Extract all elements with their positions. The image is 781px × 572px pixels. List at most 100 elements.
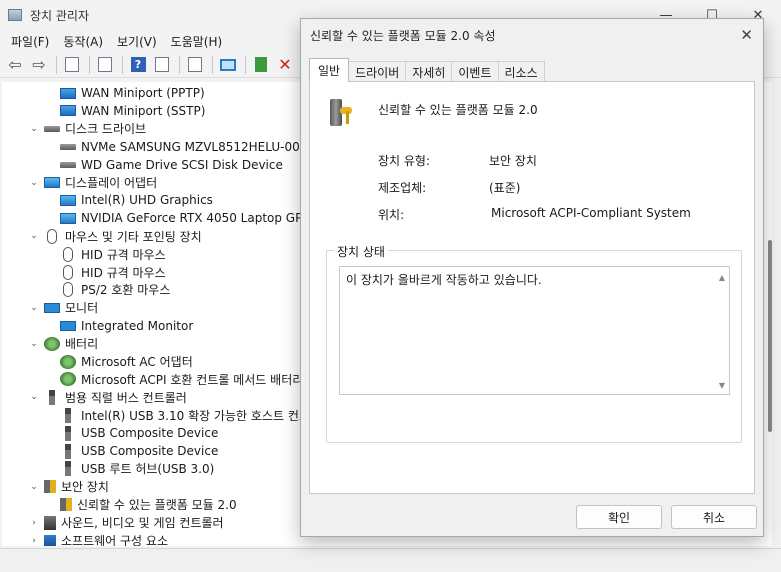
status-bar — [0, 548, 781, 572]
tree-item-label: Intel(R) USB 3.10 확장 가능한 호스트 컨트롤러 — [81, 408, 332, 423]
display-adapter-icon — [60, 194, 76, 206]
tree-item-label: PS/2 호환 마우스 — [81, 283, 171, 298]
dialog-close-icon[interactable]: ✕ — [740, 26, 753, 44]
tree-device[interactable]: WAN Miniport (SSTP) — [60, 102, 205, 120]
tree-device[interactable]: HID 규격 마우스 — [60, 263, 166, 281]
menu-help[interactable]: 도움말(H) — [164, 33, 230, 50]
tree-category[interactable]: › 사운드, 비디오 및 게임 컨트롤러 — [28, 514, 224, 532]
uninstall-device-button[interactable]: ✕ — [274, 55, 296, 75]
expand-chevron-icon[interactable]: › — [28, 518, 40, 528]
device-type-label: 장치 유형: — [378, 154, 431, 168]
tree-device[interactable]: USB 루트 허브(USB 3.0) — [60, 460, 214, 478]
tree-device[interactable]: WD Game Drive SCSI Disk Device — [60, 156, 283, 174]
scan-hardware-button[interactable] — [217, 55, 239, 75]
update-driver-button[interactable] — [184, 55, 206, 75]
console-tree-icon — [65, 57, 79, 72]
dialog-titlebar: 신뢰할 수 있는 플랫폼 모듈 2.0 속성 ✕ — [301, 19, 763, 51]
uninstall-x-icon: ✕ — [278, 55, 292, 74]
usb-icon — [65, 407, 71, 423]
mouse-icon — [63, 264, 73, 280]
tree-category[interactable]: ⌄ 디스크 드라이브 — [28, 120, 146, 138]
collapse-chevron-icon[interactable]: ⌄ — [28, 231, 40, 241]
mouse-icon — [63, 282, 73, 298]
device-manager-app-icon — [8, 9, 22, 21]
forward-arrow-icon: ⇨ — [32, 55, 46, 74]
back-arrow-icon: ⇦ — [8, 55, 22, 74]
tree-device[interactable]: 신뢰할 수 있는 플랫폼 모듈 2.0 — [60, 496, 237, 514]
tab-general[interactable]: 일반 — [309, 58, 350, 82]
tree-device[interactable]: Microsoft AC 어댑터 — [60, 353, 193, 371]
tree-category[interactable]: ⌄ 모니터 — [28, 299, 98, 317]
monitor-icon — [44, 302, 60, 313]
window-title: 장치 관리자 — [30, 8, 90, 23]
action-pane-button[interactable] — [151, 55, 173, 75]
display-adapter-icon — [44, 177, 60, 188]
tree-item-label: 배터리 — [65, 337, 99, 352]
collapse-chevron-icon[interactable]: ⌄ — [28, 124, 40, 134]
enable-device-button[interactable] — [250, 55, 272, 75]
tree-category[interactable]: › 소프트웨어 구성 요소 — [28, 532, 168, 546]
manufacturer-value: (표준) — [489, 181, 521, 195]
collapse-chevron-icon[interactable]: ⌄ — [28, 178, 40, 188]
tree-device[interactable]: NVMe SAMSUNG MZVL8512HELU-00BTW — [60, 138, 327, 156]
help-button[interactable]: ? — [127, 55, 149, 75]
tree-category[interactable]: ⌄ 범용 직렬 버스 컨트롤러 — [28, 388, 187, 406]
sound-icon — [44, 515, 56, 530]
tree-item-label: NVIDIA GeForce RTX 4050 Laptop GPU — [81, 211, 312, 226]
forward-button[interactable]: ⇨ — [28, 55, 50, 75]
scroll-down-icon[interactable]: ▼ — [719, 381, 725, 390]
tree-item-label: 범용 직렬 버스 컨트롤러 — [65, 390, 187, 405]
tree-item-label: 디스크 드라이브 — [65, 122, 147, 137]
toolbar-separator — [56, 55, 57, 74]
tree-device[interactable]: NVIDIA GeForce RTX 4050 Laptop GPU — [60, 209, 311, 227]
ok-button[interactable]: 확인 — [576, 505, 662, 529]
tree-device[interactable]: Intel(R) USB 3.10 확장 가능한 호스트 컨트롤러 — [60, 406, 332, 424]
tree-device[interactable]: Integrated Monitor — [60, 317, 193, 335]
device-status-textbox[interactable]: 이 장치가 올바르게 작동하고 있습니다. ▲ ▼ — [339, 266, 730, 395]
tree-device[interactable]: WAN Miniport (PPTP) — [60, 84, 205, 102]
tpm-device-icon — [330, 99, 352, 127]
manufacturer-label: 제조업체: — [378, 181, 427, 195]
collapse-chevron-icon[interactable]: ⌄ — [28, 482, 40, 492]
tree-category[interactable]: ⌄ 배터리 — [28, 335, 98, 353]
tab-resources[interactable]: 리소스 — [497, 61, 545, 82]
menu-file[interactable]: 파일(F) — [4, 33, 56, 50]
menu-view[interactable]: 보기(V) — [110, 33, 164, 50]
disk-drive-icon — [44, 125, 60, 132]
usb-icon — [65, 425, 71, 441]
tree-item-label: WAN Miniport (SSTP) — [81, 103, 206, 118]
tab-details[interactable]: 자세히 — [405, 61, 453, 82]
tree-device[interactable]: USB Composite Device — [60, 442, 218, 460]
collapse-chevron-icon[interactable]: ⌄ — [28, 392, 40, 402]
tree-device[interactable]: USB Composite Device — [60, 424, 218, 442]
monitor-icon — [60, 320, 76, 331]
back-button[interactable]: ⇦ — [4, 55, 26, 75]
tree-category[interactable]: ⌄ 마우스 및 기타 포인팅 장치 — [28, 227, 202, 245]
expand-chevron-icon[interactable]: › — [28, 536, 40, 546]
tree-item-label: 사운드, 비디오 및 게임 컨트롤러 — [61, 516, 224, 531]
tree-scroll-thumb[interactable] — [768, 240, 772, 432]
battery-icon — [60, 354, 76, 369]
collapse-chevron-icon[interactable]: ⌄ — [28, 339, 40, 349]
tree-category[interactable]: ⌄ 보안 장치 — [28, 478, 109, 496]
tree-item-label: USB Composite Device — [81, 426, 219, 441]
scroll-up-icon[interactable]: ▲ — [719, 273, 725, 282]
toolbar-separator — [212, 55, 213, 74]
action-pane-icon — [155, 57, 169, 72]
tab-events[interactable]: 이벤트 — [451, 61, 499, 82]
network-adapter-icon — [60, 105, 76, 117]
tree-item-label: Microsoft ACPI 호환 컨트롤 메서드 배터리 — [81, 372, 304, 387]
cancel-button[interactable]: 취소 — [671, 505, 757, 529]
tree-category[interactable]: ⌄ 디스플레이 어댑터 — [28, 174, 157, 192]
collapse-chevron-icon[interactable]: ⌄ — [28, 303, 40, 313]
menu-action[interactable]: 동작(A) — [56, 33, 110, 50]
show-hide-tree-button[interactable] — [61, 55, 83, 75]
tree-device[interactable]: PS/2 호환 마우스 — [60, 281, 170, 299]
tab-driver[interactable]: 드라이버 — [348, 61, 407, 82]
properties-icon — [98, 57, 112, 72]
properties-button[interactable] — [94, 55, 116, 75]
tree-device[interactable]: Microsoft ACPI 호환 컨트롤 메서드 배터리 — [60, 370, 303, 388]
tree-device[interactable]: HID 규격 마우스 — [60, 245, 166, 263]
tree-device[interactable]: Intel(R) UHD Graphics — [60, 191, 213, 209]
scan-hardware-icon — [220, 58, 236, 71]
